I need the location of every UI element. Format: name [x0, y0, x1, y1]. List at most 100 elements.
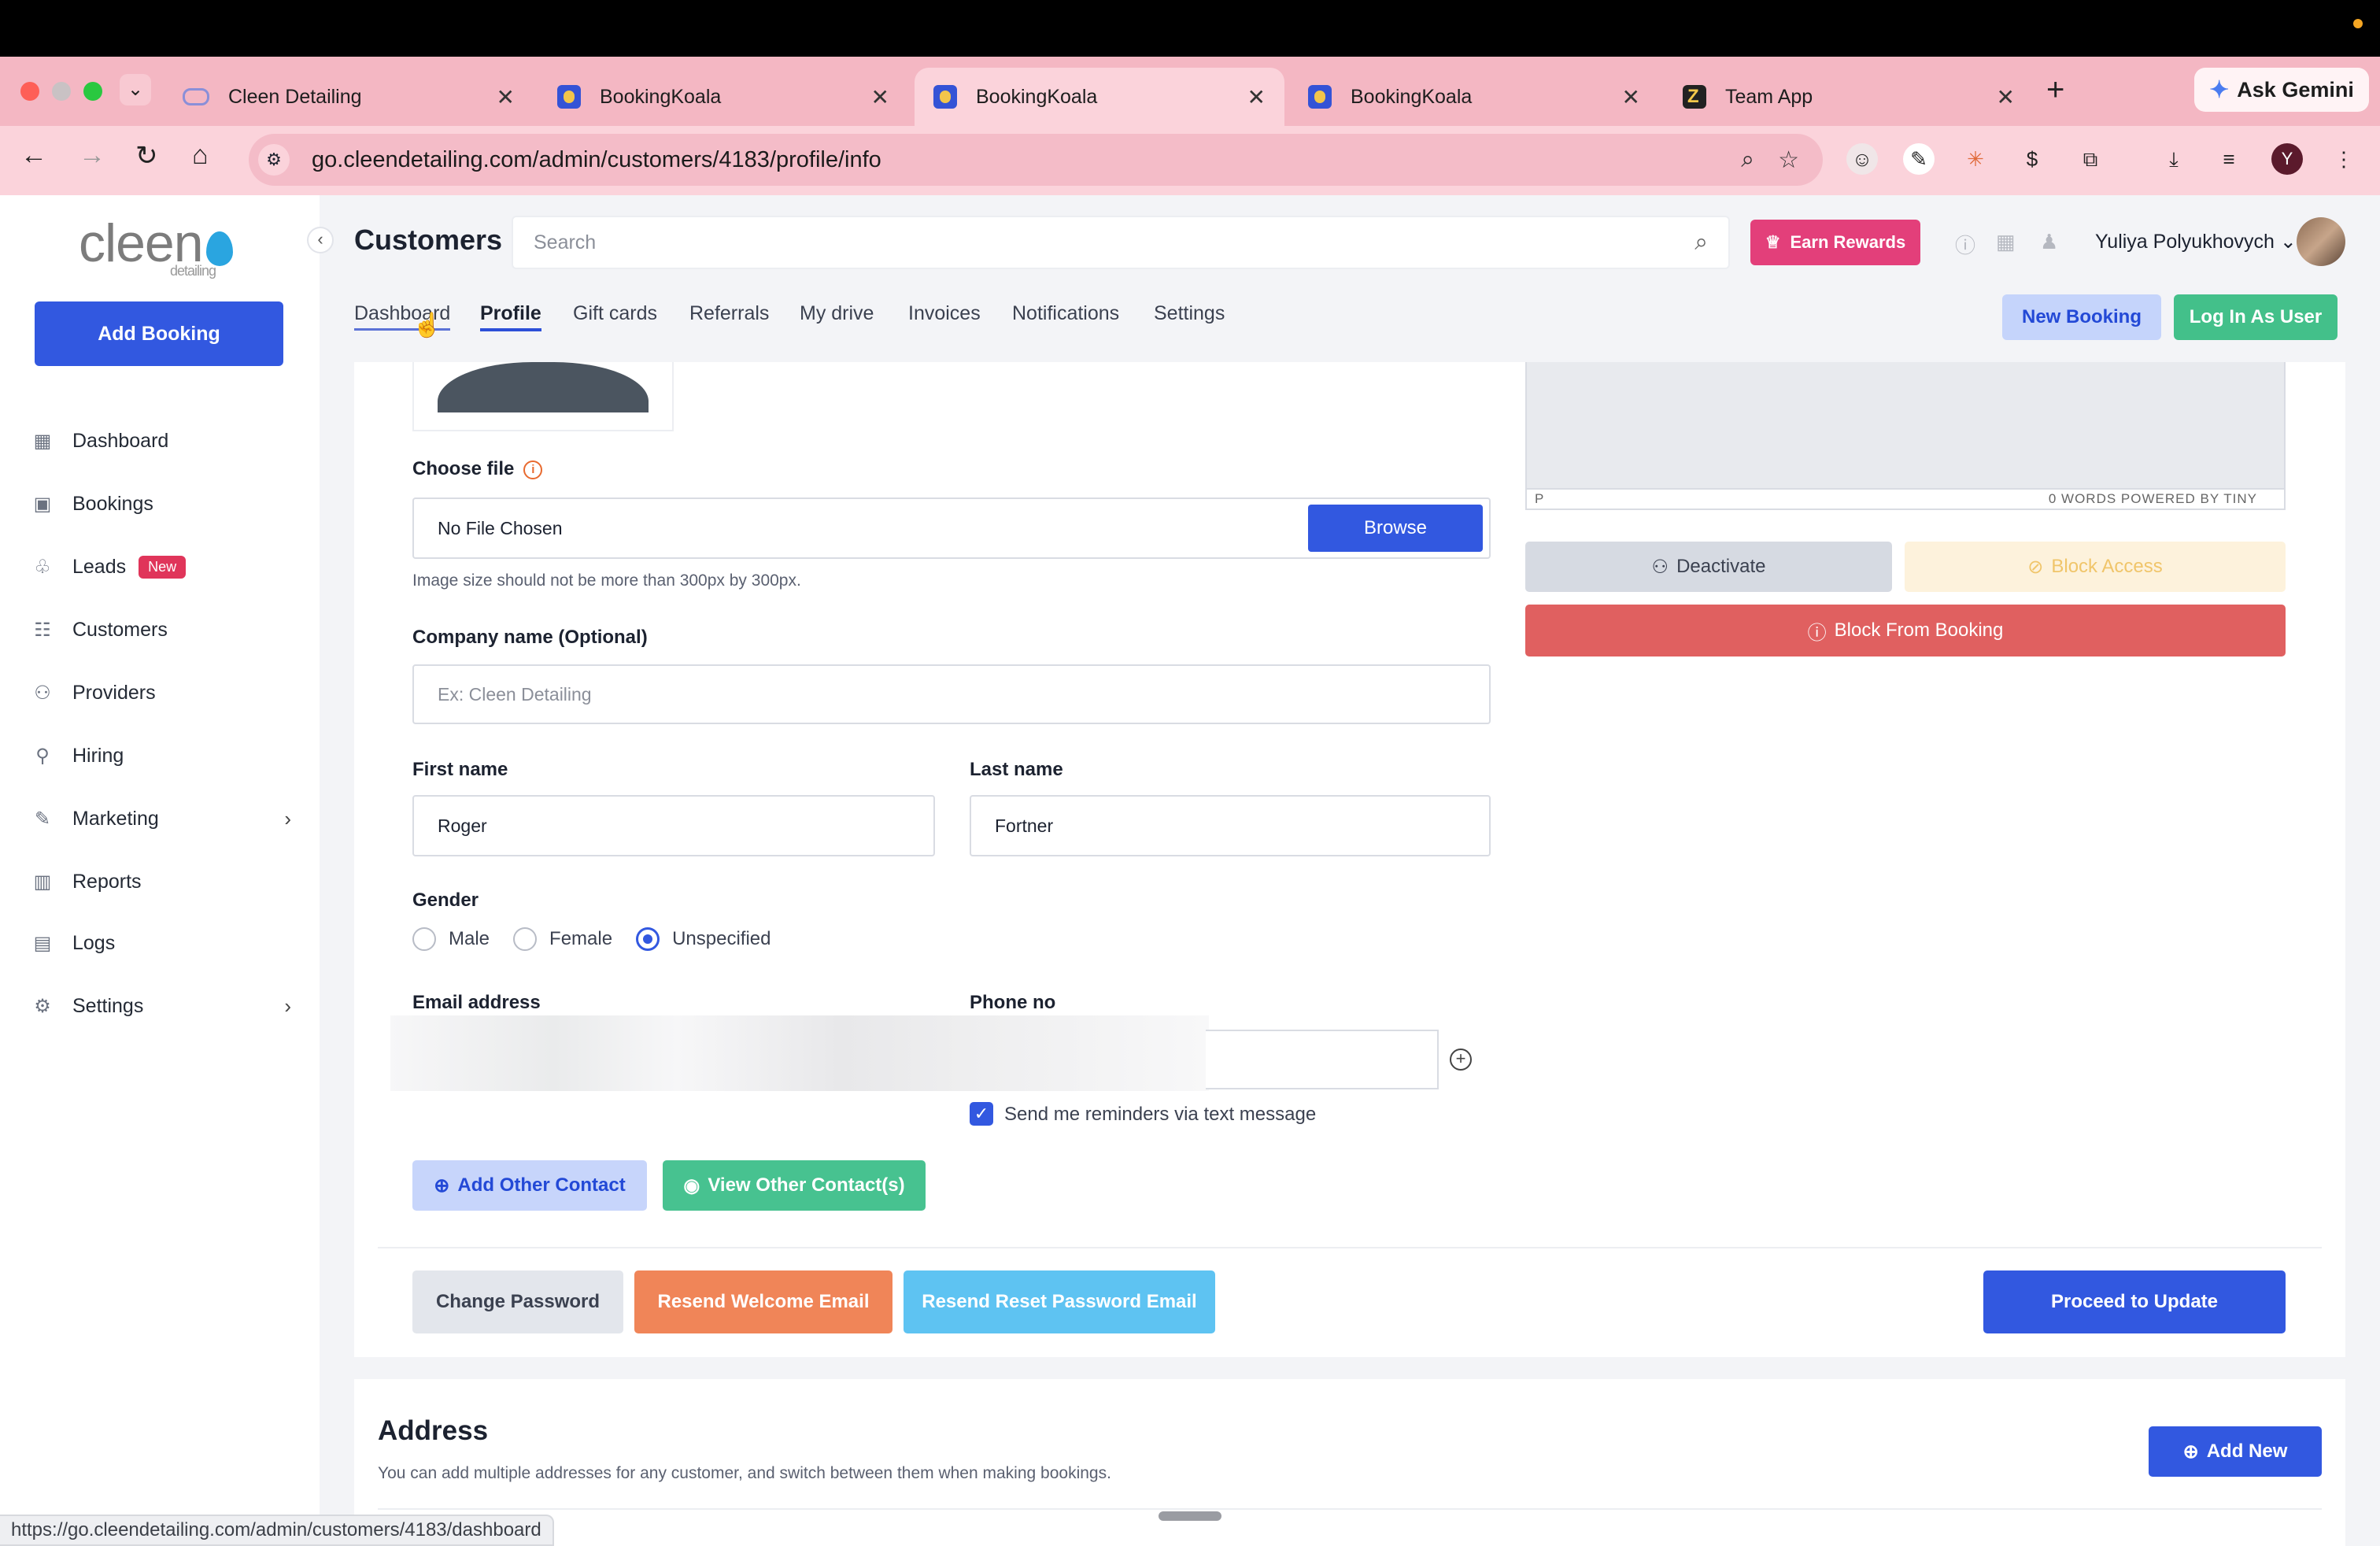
resend-reset-password-button[interactable]: Resend Reset Password Email [904, 1270, 1215, 1333]
sidebar-item-providers[interactable]: ⚇ Providers [31, 675, 291, 710]
sidebar-item-logs[interactable]: ▤ Logs [31, 926, 291, 960]
deactivate-button[interactable]: ⚇ Deactivate [1525, 542, 1892, 592]
bell-icon[interactable]: ♟ [2040, 230, 2058, 254]
tab-profile[interactable]: Profile [480, 302, 541, 331]
browser-tab-team-app[interactable]: Team App ✕ [1664, 68, 2034, 126]
reminders-checkbox[interactable]: ✓ [970, 1102, 993, 1126]
browser-profile-avatar[interactable]: Y [2271, 143, 2303, 175]
browser-tab-bookingkoala-active[interactable]: BookingKoala ✕ [915, 68, 1284, 126]
cleen-logo[interactable]: cleen detailing [79, 213, 233, 279]
forward-icon[interactable]: → [79, 140, 105, 171]
gear-icon: ⚙ [34, 995, 51, 1017]
radio-unspecified[interactable] [636, 927, 660, 951]
window-minimize-button[interactable] [52, 82, 71, 101]
sidebar-item-reports[interactable]: ▥ Reports [31, 864, 291, 899]
chevron-right-icon: › [284, 806, 291, 830]
bookmark-star-icon[interactable]: ☆ [1778, 146, 1799, 174]
tab-my-drive[interactable]: My drive [800, 302, 874, 325]
home-icon[interactable]: ⌂ [192, 140, 209, 171]
view-other-contacts-button[interactable]: ◉ View Other Contact(s) [663, 1160, 926, 1211]
sidebar-collapse-button[interactable]: ‹ [307, 227, 334, 253]
notes-editor[interactable] [1525, 362, 2286, 509]
radio-male[interactable] [412, 927, 436, 951]
tab-referrals[interactable]: Referrals [689, 302, 769, 325]
zoom-icon[interactable]: ⌕ [1741, 146, 1754, 173]
gender-female-label: Female [549, 928, 613, 949]
browse-button[interactable]: Browse [1308, 505, 1483, 552]
window-zoom-button[interactable] [83, 82, 102, 101]
address-bar[interactable]: ⚙ go.cleendetailing.com/admin/customers/… [249, 134, 1823, 186]
add-new-address-button[interactable]: ⊕ Add New [2149, 1426, 2322, 1477]
deactivate-label: Deactivate [1676, 556, 1766, 577]
gender-unspecified-option[interactable]: Unspecified [636, 927, 771, 951]
add-other-contact-button[interactable]: ⊕ Add Other Contact [412, 1160, 647, 1211]
extension-face-icon[interactable]: ☺ [1846, 143, 1878, 175]
proceed-to-update-button[interactable]: Proceed to Update [1983, 1270, 2286, 1333]
add-booking-button[interactable]: Add Booking [35, 301, 283, 366]
tab-notifications[interactable]: Notifications [1012, 302, 1119, 325]
browser-tab-cleen[interactable]: Cleen Detailing ✕ [164, 68, 534, 126]
info-icon[interactable]: i [523, 460, 543, 479]
tab-close-icon[interactable]: ✕ [1247, 84, 1266, 110]
download-icon[interactable]: ⤓ [2158, 143, 2190, 175]
sidebar-item-bookings[interactable]: ▣ Bookings [31, 486, 291, 521]
block-access-button[interactable]: ⊘ Block Access [1905, 542, 2286, 592]
tab-close-icon[interactable]: ✕ [1997, 84, 2015, 110]
block-from-booking-button[interactable]: ⓘ Block From Booking [1525, 605, 2286, 656]
phone-input[interactable] [1206, 1030, 1439, 1089]
company-name-input[interactable]: Ex: Cleen Detailing [412, 664, 1491, 724]
tab-gift-cards[interactable]: Gift cards [573, 302, 657, 325]
tab-close-icon[interactable]: ✕ [497, 84, 515, 110]
building-icon[interactable]: ▦ [1996, 230, 2016, 254]
tab-settings[interactable]: Settings [1154, 302, 1225, 325]
url-text[interactable]: go.cleendetailing.com/admin/customers/41… [312, 147, 1741, 173]
tab-invoices[interactable]: Invoices [908, 302, 981, 325]
earn-rewards-button[interactable]: ♕ Earn Rewards [1750, 220, 1920, 265]
extensions-puzzle-icon[interactable]: ⧉ [2075, 143, 2106, 175]
sidebar-item-marketing[interactable]: ✎ Marketing › [31, 801, 291, 836]
browser-tab-bookingkoala-3[interactable]: BookingKoala ✕ [1289, 68, 1659, 126]
media-control-icon[interactable]: ≡ [2213, 143, 2245, 175]
gender-female-option[interactable]: Female [513, 927, 612, 951]
search-input[interactable]: Search ⌕ [512, 216, 1730, 269]
recording-indicator [2353, 19, 2363, 28]
extension-s-icon[interactable]: $ [2016, 143, 2048, 175]
tab-title: Cleen Detailing [228, 85, 362, 108]
browser-menu-icon[interactable]: ⋮ [2328, 143, 2360, 175]
extension-pen-icon[interactable]: ✎ [1903, 143, 1935, 175]
site-settings-icon[interactable]: ⚙ [258, 144, 290, 176]
water-drop-icon [205, 231, 233, 266]
ask-gemini-label: Ask Gemini [2237, 77, 2354, 102]
sidebar-item-leads[interactable]: ♧ Leads New [31, 549, 291, 584]
back-icon[interactable]: ← [20, 140, 47, 171]
resend-welcome-email-button[interactable]: Resend Welcome Email [634, 1270, 893, 1333]
new-booking-button[interactable]: New Booking [2002, 294, 2161, 340]
last-name-input[interactable]: Fortner [970, 795, 1491, 856]
info-icon[interactable]: ⓘ [1955, 230, 1975, 259]
scroll-handle[interactable] [1159, 1511, 1221, 1521]
last-name-label: Last name [970, 759, 1063, 780]
ask-gemini-button[interactable]: ✦ Ask Gemini [2194, 68, 2369, 112]
first-name-input[interactable]: Roger [412, 795, 935, 856]
tab-close-icon[interactable]: ✕ [1622, 84, 1640, 110]
change-password-button[interactable]: Change Password [412, 1270, 623, 1333]
sidebar-item-hiring[interactable]: ⚲ Hiring [31, 738, 291, 773]
radio-female[interactable] [513, 927, 538, 951]
add-phone-icon[interactable]: + [1450, 1049, 1472, 1071]
extension-sparkle-icon[interactable]: ✳ [1960, 143, 1991, 175]
search-icon[interactable]: ⌕ [1694, 229, 1708, 256]
avatar[interactable] [2297, 217, 2345, 266]
sidebar-item-dashboard[interactable]: ▦ Dashboard [31, 423, 291, 458]
tab-search-icon[interactable]: ⌄ [120, 74, 151, 105]
browser-tab-bookingkoala-1[interactable]: BookingKoala ✕ [538, 68, 908, 126]
reload-icon[interactable]: ↻ [135, 140, 158, 172]
user-menu[interactable]: Yuliya Polyukhovych ⌄ [2095, 230, 2297, 253]
log-in-as-user-button[interactable]: Log In As User [2174, 294, 2338, 340]
sidebar-item-settings[interactable]: ⚙ Settings › [31, 989, 291, 1023]
users-icon: ☷ [34, 619, 51, 641]
gender-male-option[interactable]: Male [412, 927, 490, 951]
tab-close-icon[interactable]: ✕ [871, 84, 889, 110]
new-tab-icon[interactable]: + [2046, 72, 2064, 108]
sidebar-item-customers[interactable]: ☷ Customers [31, 612, 291, 647]
window-close-button[interactable] [20, 82, 39, 101]
